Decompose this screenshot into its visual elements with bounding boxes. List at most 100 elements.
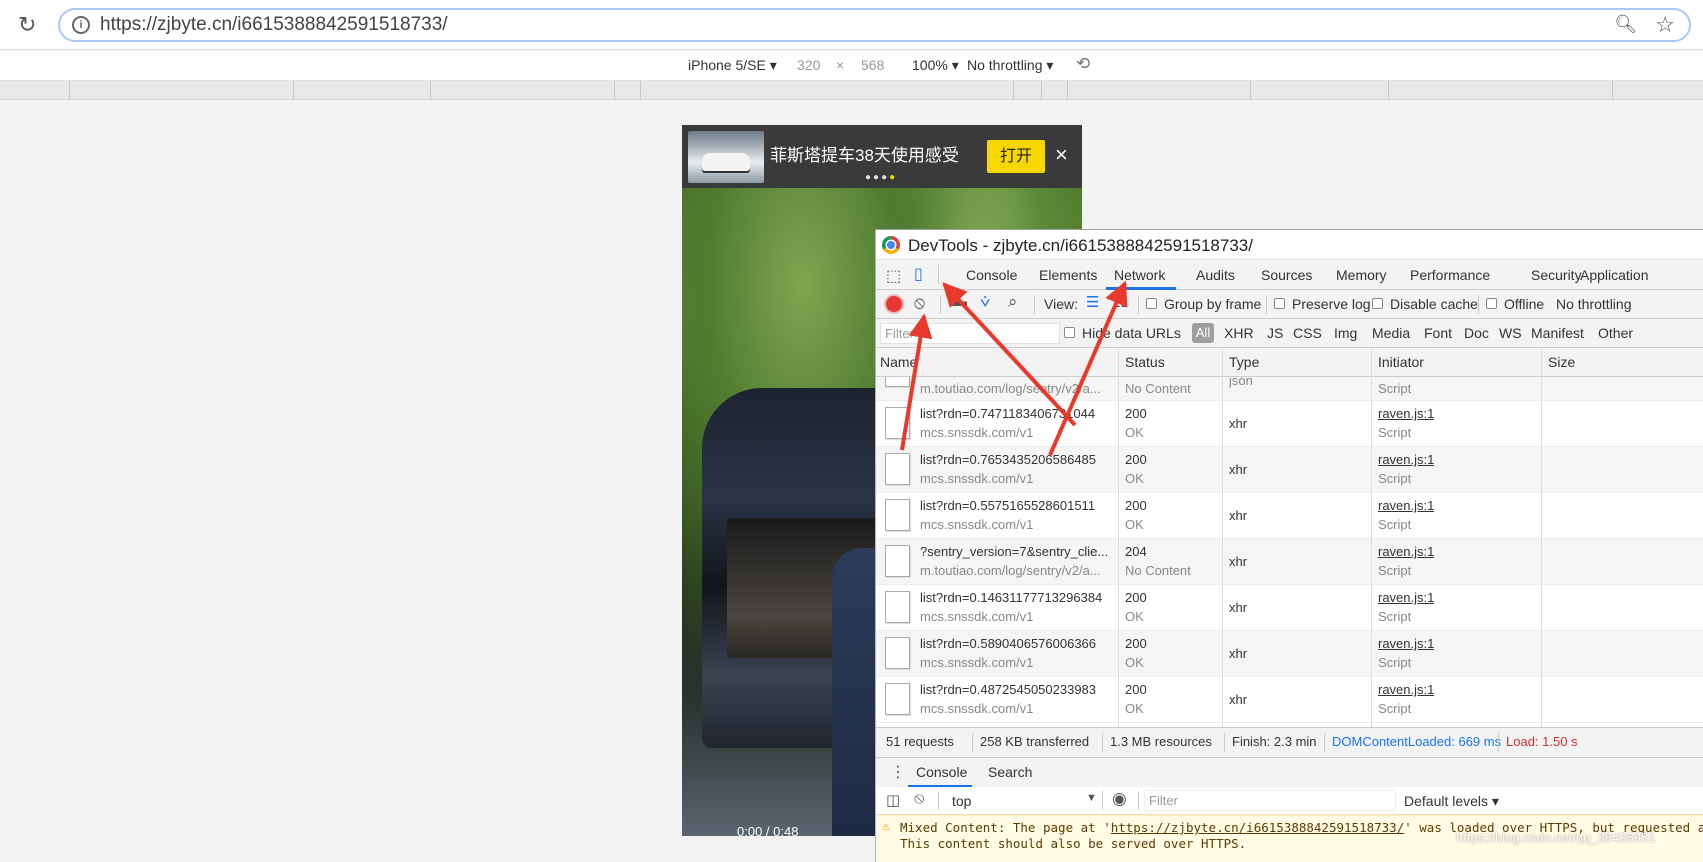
log-levels-select[interactable]: Default levels ▾ — [1404, 793, 1499, 810]
eye-icon[interactable]: ◉ — [1112, 789, 1127, 809]
filter-type-doc[interactable]: Doc — [1464, 325, 1489, 341]
tab-memory[interactable]: Memory — [1336, 267, 1387, 283]
request-name[interactable]: ?sentry_version=7&sentry_clie... — [920, 544, 1116, 559]
table-row[interactable]: list?rdn=0.5890406576006366 mcs.snssdk.co… — [876, 631, 1703, 677]
waterfall-icon[interactable]: ☷ — [1114, 293, 1127, 311]
request-initiator[interactable]: raven.js:1 — [1378, 636, 1434, 651]
filter-input[interactable]: Filter — [880, 323, 1060, 344]
close-icon[interactable]: × — [1055, 141, 1068, 169]
filter-type-all[interactable]: All — [1192, 323, 1214, 343]
large-rows-icon[interactable]: ☰ — [1086, 293, 1099, 311]
disable-cache-checkbox[interactable] — [1372, 298, 1383, 309]
table-row[interactable]: ?sentry_version=7&sentry_clie... m.toutia… — [876, 539, 1703, 585]
table-row[interactable]: m.toutiao.com/log/sentry/v2/a... No Cont… — [876, 377, 1703, 401]
filter-type-js[interactable]: JS — [1267, 325, 1283, 341]
warning-link[interactable]: https://zjbyte.cn/i6615388842591518733/ — [1111, 820, 1405, 835]
column-status[interactable]: Status — [1125, 354, 1165, 370]
open-app-button[interactable]: 打开 — [987, 140, 1045, 173]
column-size[interactable]: Size — [1548, 354, 1575, 370]
tab-security[interactable]: Security — [1531, 267, 1582, 283]
width-input[interactable]: 320 — [797, 57, 820, 73]
throttling-select[interactable]: No throttling ▾ — [967, 57, 1053, 74]
column-type[interactable]: Type — [1229, 354, 1259, 370]
request-initiator[interactable]: raven.js:1 — [1378, 590, 1434, 605]
context-select[interactable]: top — [952, 793, 971, 809]
table-row[interactable]: list?rdn=0.7471183406731044 mcs.snssdk.co… — [876, 401, 1703, 447]
request-initiator[interactable]: raven.js:1 — [1378, 452, 1434, 467]
console-filter-input[interactable]: Filter — [1144, 790, 1396, 811]
tab-elements[interactable]: Elements — [1039, 267, 1097, 283]
zoom-icon[interactable]: 🔍︎ — [1614, 14, 1637, 35]
info-icon[interactable]: i — [72, 16, 90, 34]
table-row[interactable]: list?rdn=0.5575165528601511 mcs.snssdk.co… — [876, 493, 1703, 539]
request-name[interactable]: list?rdn=0.5890406576006366 — [920, 636, 1116, 651]
device-toggle-icon[interactable]: ▯ — [914, 264, 923, 284]
disable-cache-label: Disable cache — [1390, 296, 1478, 312]
screenshot-icon[interactable]: ▬ — [952, 293, 967, 310]
request-initiator[interactable]: raven.js:1 — [1378, 544, 1434, 559]
table-row[interactable]: list?rdn=0.7653435206586485 mcs.snssdk.co… — [876, 447, 1703, 493]
filter-type-xhr[interactable]: XHR — [1224, 325, 1254, 341]
address-bar[interactable]: i https://zjbyte.cn/i6615388842591518733… — [58, 8, 1691, 42]
record-icon[interactable] — [886, 296, 902, 312]
offline-checkbox[interactable] — [1486, 298, 1497, 309]
device-select[interactable]: iPhone 5/SE ▾ — [688, 57, 777, 74]
filter-type-manifest[interactable]: Manifest — [1531, 325, 1584, 341]
request-status: 200 — [1125, 682, 1147, 697]
filter-type-font[interactable]: Font — [1424, 325, 1452, 341]
table-row[interactable]: list?rdn=0.14631177713296384 mcs.snssdk.c… — [876, 585, 1703, 631]
drawer-tab-console[interactable]: Console — [916, 764, 967, 780]
tab-console[interactable]: Console — [966, 267, 1017, 283]
app-banner[interactable]: 菲斯塔提车38天使用感受 ●●●● 打开 × — [682, 125, 1082, 188]
table-row[interactable]: list?rdn=0.4872545050233983 mcs.snssdk.co… — [876, 677, 1703, 723]
tab-audits[interactable]: Audits — [1196, 267, 1235, 283]
request-initiator[interactable]: raven.js:1 — [1378, 406, 1434, 421]
clear-console-icon[interactable]: ⦸ — [914, 790, 924, 808]
tab-sources[interactable]: Sources — [1261, 267, 1312, 283]
offline-label: Offline — [1504, 296, 1545, 312]
preserve-log-checkbox[interactable] — [1274, 298, 1285, 309]
inspect-element-icon[interactable]: ⬚ — [886, 266, 901, 286]
filter-type-img[interactable]: Img — [1334, 325, 1357, 341]
network-throttling-select[interactable]: No throttling — [1556, 296, 1631, 312]
url-text[interactable]: https://zjbyte.cn/i6615388842591518733/ — [100, 14, 448, 36]
filter-type-other[interactable]: Other — [1598, 325, 1633, 341]
request-initiator[interactable]: raven.js:1 — [1378, 682, 1434, 697]
tab-performance[interactable]: Performance — [1410, 267, 1490, 283]
sidebar-toggle-icon[interactable]: ◫ — [886, 791, 900, 809]
filter-type-media[interactable]: Media — [1372, 325, 1410, 341]
chrome-icon — [882, 236, 900, 254]
request-initiator-type: Script — [1378, 655, 1412, 670]
column-initiator[interactable]: Initiator — [1378, 354, 1424, 370]
request-name[interactable]: list?rdn=0.4872545050233983 — [920, 682, 1116, 697]
more-menu-icon[interactable]: ⋮ — [890, 762, 906, 782]
rotate-icon[interactable]: ⟲ — [1076, 54, 1090, 74]
network-toolbar: ⦸ ▬ ⩒ ⌕ View: ☰ ☷ Group by frame Preserv… — [876, 290, 1703, 319]
tab-application[interactable]: Application — [1580, 267, 1649, 283]
chevron-down-icon[interactable]: ▼ — [1086, 792, 1097, 804]
request-name[interactable]: list?rdn=0.7471183406731044 — [920, 406, 1116, 421]
bookmark-star-icon[interactable]: ☆ — [1655, 12, 1675, 38]
file-icon — [885, 545, 910, 577]
clear-icon[interactable]: ⦸ — [914, 293, 925, 313]
request-name[interactable]: list?rdn=0.14631177713296384 — [920, 590, 1116, 605]
request-status-text: OK — [1125, 701, 1144, 716]
request-name[interactable]: list?rdn=0.5575165528601511 — [920, 498, 1116, 513]
request-initiator[interactable]: raven.js:1 — [1378, 498, 1434, 513]
hide-data-urls-checkbox[interactable] — [1064, 327, 1075, 338]
tab-network[interactable]: Network — [1114, 267, 1165, 283]
filter-type-ws[interactable]: WS — [1499, 325, 1522, 341]
search-icon[interactable]: ⌕ — [1008, 292, 1018, 312]
zoom-select[interactable]: 100% ▾ — [912, 57, 959, 74]
height-input[interactable]: 568 — [861, 57, 884, 73]
hide-data-urls-label: Hide data URLs — [1082, 325, 1181, 341]
drawer-tab-search[interactable]: Search — [988, 764, 1032, 780]
request-name[interactable]: list?rdn=0.7653435206586485 — [920, 452, 1116, 467]
watermark: https://blog.csdn.net/qq_38498951 — [1456, 830, 1656, 845]
car-thumbnail — [688, 131, 764, 183]
column-name[interactable]: Name — [880, 354, 917, 370]
reload-icon[interactable]: ↻ — [18, 13, 36, 37]
filter-type-css[interactable]: CSS — [1293, 325, 1322, 341]
filter-icon[interactable]: ⩒ — [980, 292, 990, 312]
group-by-frame-checkbox[interactable] — [1146, 298, 1157, 309]
